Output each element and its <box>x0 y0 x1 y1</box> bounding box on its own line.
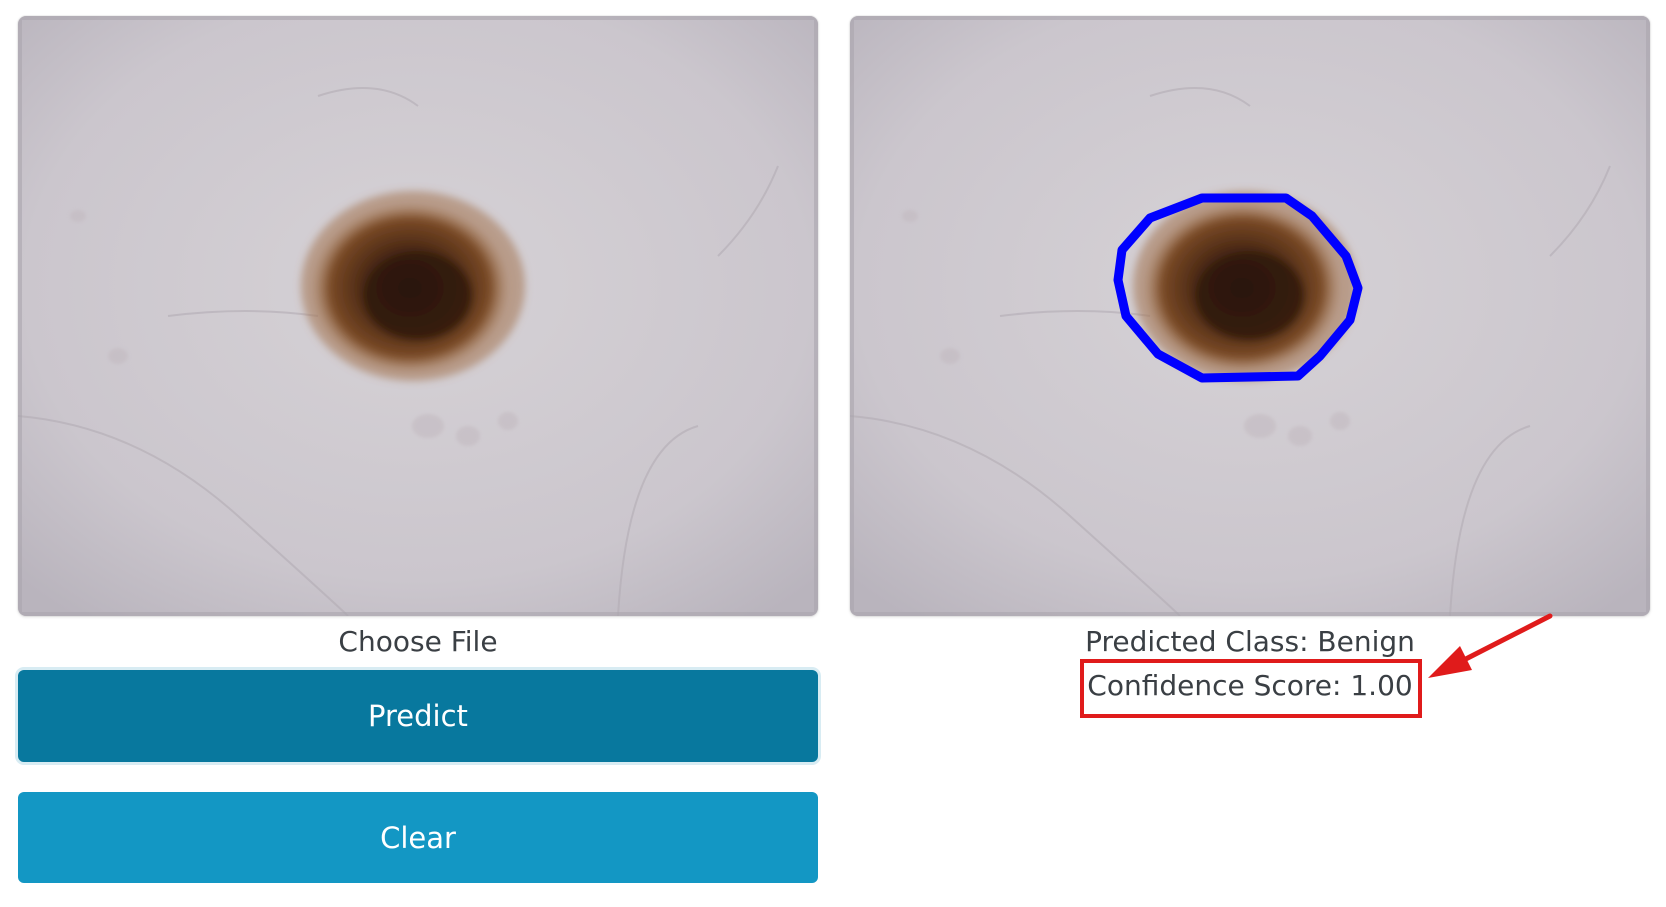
segmented-lesion-image <box>850 16 1650 616</box>
input-image-panel <box>18 16 818 616</box>
choose-file-input[interactable]: Choose File <box>18 624 818 660</box>
predict-button[interactable]: Predict <box>18 670 818 762</box>
skin-lesion-image <box>18 16 818 616</box>
clear-button[interactable]: Clear <box>18 792 818 883</box>
segmented-image-panel <box>850 16 1650 616</box>
annotation-highlight-box <box>1080 659 1422 718</box>
annotation-arrow-icon <box>1428 613 1553 678</box>
